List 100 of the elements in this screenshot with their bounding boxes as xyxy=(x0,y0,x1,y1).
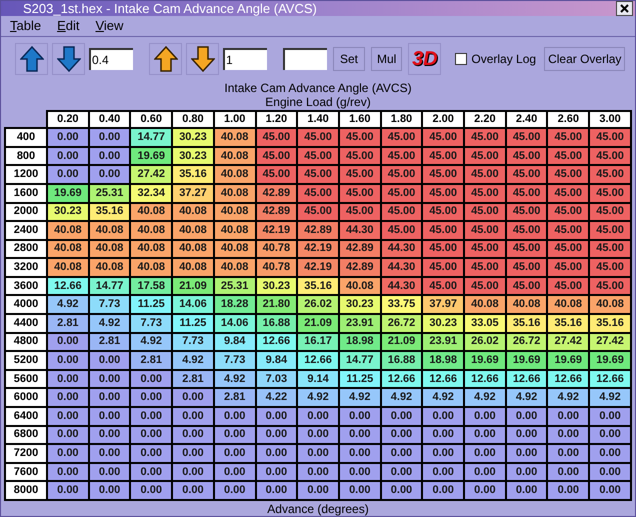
table-cell[interactable]: 45.00 xyxy=(547,221,590,240)
table-cell[interactable]: 35.16 xyxy=(172,165,214,184)
table-cell[interactable]: 45.00 xyxy=(297,165,339,184)
table-cell[interactable]: 0.00 xyxy=(256,481,298,500)
table-cell[interactable]: 40.08 xyxy=(214,165,256,184)
table-cell[interactable]: 4.92 xyxy=(464,388,506,408)
table-cell[interactable]: 45.00 xyxy=(464,221,506,240)
table-cell[interactable]: 40.08 xyxy=(214,128,256,147)
table-cell[interactable]: 4.92 xyxy=(297,388,339,408)
table-cell[interactable]: 45.00 xyxy=(422,258,464,277)
table-cell[interactable]: 45.00 xyxy=(589,165,631,184)
table-cell[interactable]: 45.00 xyxy=(506,165,548,184)
table-cell[interactable]: 0.00 xyxy=(88,128,130,147)
table-cell[interactable]: 40.08 xyxy=(88,258,130,277)
table-cell[interactable]: 42.89 xyxy=(338,258,381,277)
table-cell[interactable]: 0.00 xyxy=(464,481,506,500)
table-cell[interactable]: 0.00 xyxy=(297,444,339,463)
table-cell[interactable]: 0.00 xyxy=(380,444,422,463)
table-cell[interactable]: 18.28 xyxy=(214,295,256,314)
close-button[interactable] xyxy=(616,1,633,16)
table-cell[interactable]: 0.00 xyxy=(214,444,256,463)
table-cell[interactable]: 0.00 xyxy=(464,407,506,426)
table-cell[interactable]: 40.08 xyxy=(172,221,214,240)
table-cell[interactable]: 0.00 xyxy=(172,481,214,500)
table-cell[interactable]: 45.00 xyxy=(589,221,631,240)
table-cell[interactable]: 0.00 xyxy=(172,407,214,426)
table-cell[interactable]: 0.00 xyxy=(130,407,172,426)
table-cell[interactable]: 21.80 xyxy=(256,295,298,314)
overlay-log-checkbox[interactable]: Overlay Log xyxy=(455,50,536,68)
table-cell[interactable]: 0.00 xyxy=(172,388,214,408)
table-cell[interactable]: 2.81 xyxy=(214,388,256,408)
table-cell[interactable]: 45.00 xyxy=(589,128,631,147)
table-cell[interactable]: 14.77 xyxy=(338,351,381,370)
table-cell[interactable]: 4.92 xyxy=(422,388,464,408)
down-arrow-button[interactable] xyxy=(186,42,219,75)
table-cell[interactable]: 0.00 xyxy=(547,481,590,500)
mul-button[interactable]: Mul xyxy=(371,46,402,71)
table-cell[interactable]: 45.00 xyxy=(464,128,506,147)
clear-overlay-button[interactable]: Clear Overlay xyxy=(544,46,626,71)
table-cell[interactable]: 21.09 xyxy=(297,314,339,333)
table-cell[interactable]: 0.00 xyxy=(88,165,130,184)
table-cell[interactable]: 9.84 xyxy=(256,351,298,370)
table-cell[interactable]: 45.00 xyxy=(256,128,298,147)
table-cell[interactable]: 44.30 xyxy=(338,221,381,240)
table-cell[interactable]: 16.88 xyxy=(380,351,422,370)
table-cell[interactable]: 0.00 xyxy=(172,444,214,463)
table-cell[interactable]: 33.05 xyxy=(464,314,506,333)
menu-item[interactable]: View xyxy=(95,16,124,36)
table-cell[interactable]: 40.08 xyxy=(172,258,214,277)
table-cell[interactable]: 4.92 xyxy=(338,388,381,408)
table-cell[interactable]: 0.00 xyxy=(47,481,89,500)
table-cell[interactable]: 45.00 xyxy=(338,128,381,147)
table-cell[interactable]: 45.00 xyxy=(256,165,298,184)
table-cell[interactable]: 40.08 xyxy=(47,258,89,277)
table-cell[interactable]: 0.00 xyxy=(256,407,298,426)
table-cell[interactable]: 14.06 xyxy=(214,314,256,333)
table-cell[interactable]: 45.00 xyxy=(589,258,631,277)
up-arrow-button[interactable] xyxy=(15,42,48,75)
table-cell[interactable]: 40.08 xyxy=(589,295,631,314)
table-cell[interactable]: 0.00 xyxy=(547,444,590,463)
table-cell[interactable]: 35.16 xyxy=(547,314,590,333)
table-cell[interactable]: 45.00 xyxy=(380,221,422,240)
table-cell[interactable]: 40.78 xyxy=(256,258,298,277)
table-cell[interactable]: 0.00 xyxy=(47,351,89,370)
table-cell[interactable]: 45.00 xyxy=(506,221,548,240)
table-cell[interactable]: 0.00 xyxy=(47,388,89,408)
table-cell[interactable]: 4.92 xyxy=(547,388,590,408)
table-cell[interactable]: 0.00 xyxy=(47,444,89,463)
table-cell[interactable]: 14.06 xyxy=(172,295,214,314)
step-field[interactable]: 1 xyxy=(223,48,267,70)
table-cell[interactable]: 4.92 xyxy=(47,295,89,314)
table-cell[interactable]: 4.92 xyxy=(88,314,130,333)
table-cell[interactable]: 0.00 xyxy=(47,128,89,147)
table-cell[interactable]: 4.92 xyxy=(172,351,214,370)
table-cell[interactable]: 45.00 xyxy=(506,258,548,277)
table-cell[interactable]: 0.00 xyxy=(338,407,381,426)
table-cell[interactable]: 0.00 xyxy=(256,444,298,463)
table-cell[interactable]: 0.00 xyxy=(589,481,631,500)
table-cell[interactable]: 7.73 xyxy=(214,351,256,370)
table-cell[interactable]: 40.08 xyxy=(464,295,506,314)
table-cell[interactable]: 4.92 xyxy=(380,388,422,408)
table-cell[interactable]: 0.00 xyxy=(338,481,381,500)
table-cell[interactable]: 0.00 xyxy=(130,388,172,408)
table-cell[interactable]: 0.00 xyxy=(297,481,339,500)
table-cell[interactable]: 35.16 xyxy=(589,314,631,333)
table-cell[interactable]: 4.92 xyxy=(506,388,548,408)
table-cell[interactable]: 19.69 xyxy=(506,351,548,370)
table-cell[interactable]: 40.08 xyxy=(506,295,548,314)
table-cell[interactable]: 0.00 xyxy=(130,444,172,463)
table-cell[interactable]: 0.00 xyxy=(547,407,590,426)
table-cell[interactable]: 4.92 xyxy=(589,388,631,408)
value-field[interactable] xyxy=(283,48,327,70)
table-cell[interactable]: 16.88 xyxy=(256,314,298,333)
table-cell[interactable]: 33.75 xyxy=(380,295,422,314)
table-cell[interactable]: 18.98 xyxy=(422,351,464,370)
table-cell[interactable]: 0.00 xyxy=(506,481,548,500)
table-cell[interactable]: 0.00 xyxy=(47,407,89,426)
table-cell[interactable]: 40.08 xyxy=(130,221,172,240)
table-cell[interactable]: 42.19 xyxy=(297,258,339,277)
table-cell[interactable]: 0.00 xyxy=(88,444,130,463)
